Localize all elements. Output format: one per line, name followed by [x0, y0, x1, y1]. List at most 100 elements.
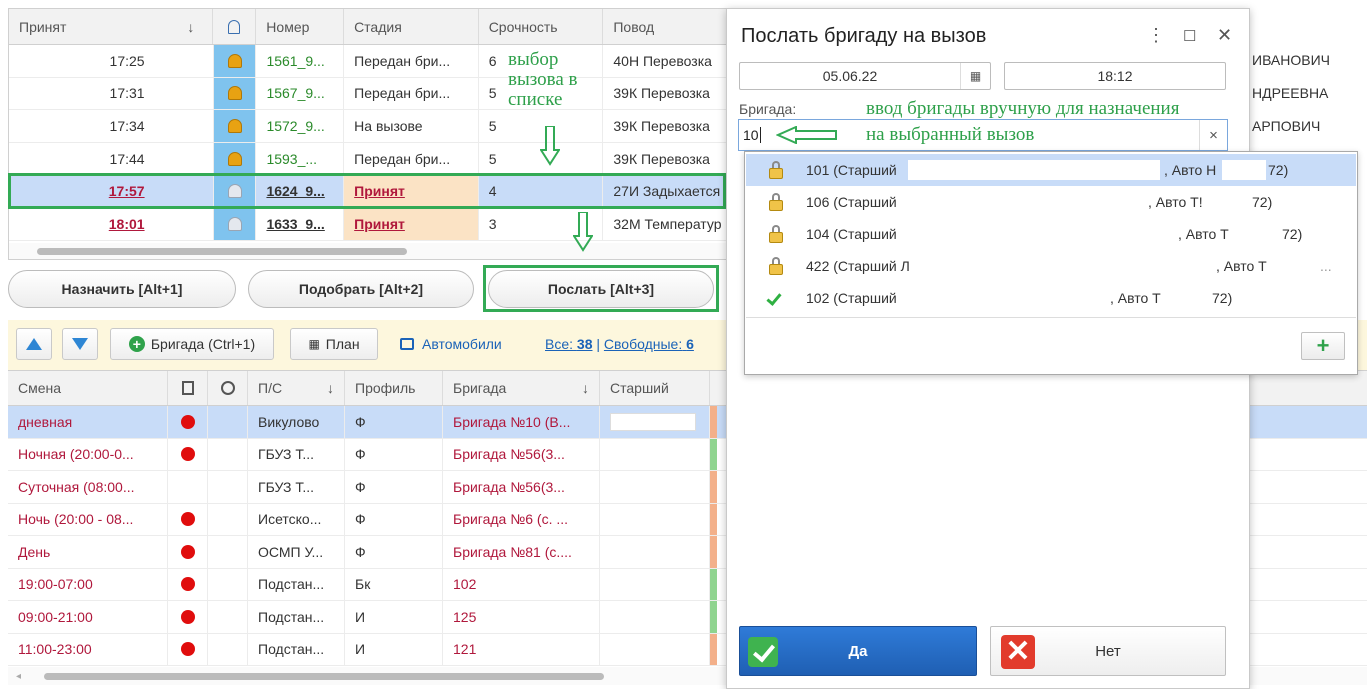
- yes-button[interactable]: Да: [739, 626, 977, 676]
- brigade-name: 125: [443, 601, 600, 633]
- dropdown-item[interactable]: 104 (Старший , Авто Т 72): [746, 218, 1356, 250]
- check-icon: [766, 289, 784, 307]
- close-icon[interactable]: ✕: [1217, 25, 1232, 46]
- bell-icon: [213, 207, 257, 240]
- timer-cell: [208, 601, 248, 633]
- brigade-shift: День: [8, 536, 168, 568]
- brigade-ps: Подстан...: [248, 633, 345, 665]
- no-button[interactable]: ✕ Нет: [990, 626, 1226, 676]
- brigade-senior: [600, 471, 710, 503]
- call-row-selected[interactable]: 17:57 1624_9... Принят 4 27И Задыхается: [9, 175, 727, 208]
- plan-button[interactable]: ▦ План: [290, 328, 378, 360]
- dropdown-item[interactable]: 101 (Старший , Авто Н 72): [746, 154, 1356, 186]
- brigade-profile: Бк: [345, 568, 443, 600]
- dropdown-item[interactable]: 102 (Старший , Авто Т 72): [746, 282, 1356, 314]
- call-stage: На вызове: [344, 110, 479, 142]
- date-field[interactable]: 05.06.22 ▦: [739, 62, 991, 90]
- brigade-dropdown: 101 (Старший , Авто Н 72) 106 (Старший ,…: [744, 151, 1358, 375]
- col-number[interactable]: Номер: [256, 9, 345, 44]
- time-field[interactable]: 18:12: [1004, 62, 1226, 90]
- call-row[interactable]: 17:25 1561_9... Передан бри... 6 40Н Пер…: [9, 45, 727, 78]
- col-devices[interactable]: [168, 371, 208, 405]
- more-icon[interactable]: ⋮: [1147, 25, 1165, 46]
- timer-cell: [208, 633, 248, 665]
- call-stage: Передан бри...: [344, 142, 479, 175]
- all-link[interactable]: Все: 38: [545, 336, 592, 352]
- status-dot: [168, 633, 208, 665]
- timer-cell: [208, 471, 248, 503]
- red-dot-icon: [180, 512, 195, 527]
- call-row[interactable]: 18:01 1633_9... Принят 3 32М Температур: [9, 207, 727, 241]
- call-number: 1561_9...: [256, 45, 345, 77]
- status-stripe: [710, 536, 717, 568]
- col-accepted[interactable]: Принят ↓: [9, 9, 214, 44]
- calendar-icon[interactable]: ▦: [960, 63, 990, 89]
- bell-icon: [213, 77, 257, 110]
- red-dot-icon: [180, 414, 195, 429]
- scroll-left-icon[interactable]: ◂: [16, 671, 21, 682]
- call-time: 17:34: [9, 110, 214, 142]
- dropdown-item[interactable]: 106 (Старший , Авто Т! 72): [746, 186, 1356, 218]
- call-row[interactable]: 17:31 1567_9... Передан бри... 5 39К Пер…: [9, 77, 727, 111]
- status-dot: [168, 601, 208, 633]
- call-time: 17:31: [9, 77, 214, 110]
- add-brigade-icon[interactable]: +: [1301, 332, 1345, 360]
- dropdown-item[interactable]: 422 (Старший Л , Авто Т ...: [746, 250, 1356, 282]
- brigade-stats: Все: 38 | Свободные: 6: [545, 336, 694, 352]
- brigade-profile: Ф: [345, 438, 443, 470]
- col-reason[interactable]: Повод: [603, 9, 727, 44]
- call-reason: 27И Задыхается: [613, 183, 721, 200]
- col-ps[interactable]: П/С ↓: [248, 371, 345, 405]
- call-row[interactable]: 17:44 1593_... Передан бри... 5 39К Пере…: [9, 142, 727, 176]
- timer-cell: [208, 503, 248, 535]
- free-link[interactable]: Свободные: 6: [604, 336, 694, 352]
- dialog-title: Послать бригаду на вызов: [741, 25, 987, 47]
- clear-icon[interactable]: ×: [1199, 120, 1227, 150]
- timer-cell: [208, 536, 248, 568]
- red-dot-icon: [180, 642, 195, 657]
- brigade-name: Бригада №56(3...: [443, 438, 600, 470]
- calls-horizontal-scrollbar[interactable]: [9, 243, 727, 259]
- scroll-thumb[interactable]: [44, 673, 604, 680]
- brigade-shift: Ночная (20:00-0...: [8, 438, 168, 470]
- brigade-profile: И: [345, 633, 443, 665]
- brigade-profile: И: [345, 601, 443, 633]
- brigade-name: Бригада №6 (с. ...: [443, 503, 600, 535]
- call-stage: Передан бри...: [344, 45, 479, 77]
- brigade-profile: Ф: [345, 406, 443, 438]
- call-reason: 39К Перевозка: [613, 85, 710, 102]
- call-stage: Принят: [344, 207, 479, 240]
- move-up-button[interactable]: [16, 328, 52, 360]
- col-stage[interactable]: Стадия: [344, 9, 479, 44]
- send-button[interactable]: Послать [Alt+3]: [488, 270, 714, 308]
- call-stage: Передан бри...: [344, 77, 479, 110]
- move-down-button[interactable]: [62, 328, 98, 360]
- col-brigade[interactable]: Бригада ↓: [443, 371, 600, 405]
- col-timer[interactable]: [208, 371, 248, 405]
- scroll-thumb[interactable]: [37, 248, 407, 255]
- call-stage: Принят: [344, 175, 479, 207]
- annotation-enter-brigade: ввод бригады вручную для назначения на в…: [866, 98, 1180, 145]
- cars-link[interactable]: Автомобили: [400, 336, 502, 352]
- brigade-profile: Ф: [345, 536, 443, 568]
- call-row[interactable]: 17:34 1572_9... На вызове 5 39К Перевозк…: [9, 110, 727, 143]
- col-bell[interactable]: [213, 9, 257, 44]
- maximize-icon[interactable]: ☐: [1183, 27, 1196, 45]
- bell-icon: [213, 45, 257, 77]
- status-stripe: [710, 568, 717, 600]
- brigade-name: 102: [443, 568, 600, 600]
- col-shift[interactable]: Смена: [8, 371, 168, 405]
- status-dot: [168, 471, 208, 503]
- call-urgency: 4: [479, 175, 604, 207]
- brigade-ps: Исетско...: [248, 503, 345, 535]
- brigade-senior: [600, 503, 710, 535]
- col-urgency[interactable]: Срочность: [479, 9, 604, 44]
- status-stripe: [710, 438, 717, 470]
- col-senior[interactable]: Старший: [600, 371, 710, 405]
- pick-button[interactable]: Подобрать [Alt+2]: [248, 270, 474, 308]
- assign-button[interactable]: Назначить [Alt+1]: [8, 270, 236, 308]
- brigade-name: Бригада №10 (В...: [443, 406, 600, 438]
- status-dot: [168, 438, 208, 470]
- add-brigade-button[interactable]: + Бригада (Ctrl+1): [110, 328, 274, 360]
- col-profile[interactable]: Профиль: [345, 371, 443, 405]
